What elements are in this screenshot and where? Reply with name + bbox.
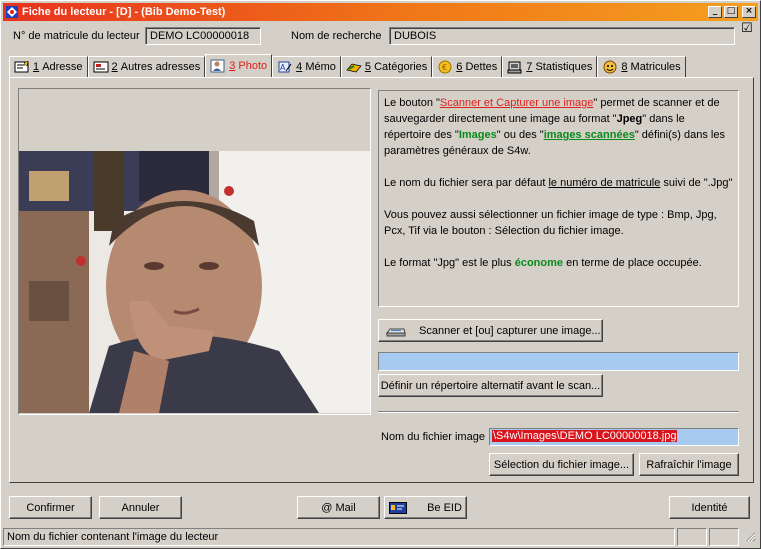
beeid-button[interactable]: Be EID <box>384 496 467 519</box>
maximize-button[interactable]: □ <box>724 6 738 18</box>
info-econome: économe <box>514 257 564 269</box>
window-title: Fiche du lecteur - [D] - (Bib Demo-Test) <box>22 6 226 18</box>
info-paragraph-3: Vous pouvez aussi sélectionner un fichie… <box>384 209 717 237</box>
address-icon <box>14 60 30 74</box>
resize-grip-icon[interactable] <box>741 528 758 546</box>
tab-dettes-label: Dettes <box>465 61 498 73</box>
tab-autres-num: 2 <box>111 61 118 73</box>
recherche-label: Nom de recherche <box>291 30 382 42</box>
tab-dettes-num: 6 <box>456 61 463 73</box>
reader-photo <box>19 151 370 413</box>
tab-autres-adresses[interactable]: 2 Autres adresses <box>87 56 206 77</box>
separator <box>378 411 739 413</box>
beeid-button-label: Be EID <box>427 501 462 514</box>
tab-categories-num: 5 <box>364 61 372 73</box>
info-text: en terme de place occupée. <box>563 257 702 269</box>
info-text: " ou des " <box>496 129 544 141</box>
tab-memo[interactable]: A 4 Mémo <box>272 56 341 77</box>
categories-icon <box>346 60 362 74</box>
tab-matricules-num: 8 <box>621 61 628 73</box>
selection-button[interactable]: Sélection du fichier image... <box>489 453 634 476</box>
mail-button[interactable]: @ Mail <box>297 496 380 519</box>
eid-card-icon <box>389 501 408 514</box>
info-text: Le nom du fichier sera par défaut <box>384 177 549 189</box>
title-bar[interactable]: Fiche du lecteur - [D] - (Bib Demo-Test)… <box>3 3 758 21</box>
info-images: Images <box>458 129 497 141</box>
identite-button[interactable]: Identité <box>669 496 750 519</box>
info-paragraph-2: Le nom du fichier sera par défaut le num… <box>384 175 733 191</box>
scanner-link[interactable]: Scanner et Capturer une image <box>440 97 593 109</box>
tab-strip: 1 Adresse 2 Autres adresses 3 Photo A 4 … <box>9 54 686 77</box>
check-icon[interactable]: ☑ <box>741 21 753 36</box>
memo-icon: A <box>277 60 293 74</box>
info-matricule: le numéro de matricule <box>548 177 661 189</box>
matricule-label: N° de matricule du lecteur <box>13 30 140 42</box>
file-label: Nom du fichier image <box>381 431 485 443</box>
recherche-field[interactable]: DUBOIS <box>389 27 735 45</box>
refresh-button[interactable]: Rafraîchir l'image <box>639 453 739 476</box>
tab-adresse-label: Adresse <box>42 61 83 73</box>
info-paragraph-1: Le bouton "Scanner et Capturer une image… <box>384 95 733 159</box>
tab-photo[interactable]: 3 Photo <box>205 54 273 77</box>
photo-icon <box>210 59 226 73</box>
scanner-icon <box>385 324 407 338</box>
status-text: Nom du fichier contenant l'image du lect… <box>3 528 675 546</box>
stats-icon <box>507 60 523 74</box>
svg-text:€: € <box>442 63 447 72</box>
tab-stats-num: 7 <box>526 61 533 73</box>
scanner-button[interactable]: Scanner et [ou] capturer une image... <box>378 319 603 342</box>
cancel-button[interactable]: Annuler <box>99 496 182 519</box>
scan-progress-bar <box>378 352 739 371</box>
tab-memo-num: 4 <box>296 61 303 73</box>
status-panel-2 <box>709 528 739 546</box>
info-text-box: Le bouton "Scanner et Capturer une image… <box>378 90 739 307</box>
info-images-scannees: images scannées <box>543 129 635 141</box>
tab-photo-label: Photo <box>238 60 268 72</box>
tab-photo-num: 3 <box>229 60 236 72</box>
info-text: Le format "Jpg" est le plus <box>384 257 515 269</box>
tab-matricules-label: Matricules <box>630 61 681 73</box>
coin-icon: € <box>437 60 453 74</box>
matricule-field[interactable]: DEMO LC00000018 <box>145 27 261 45</box>
info-jpeg: Jpeg <box>616 113 643 125</box>
info-paragraph-4: Le format "Jpg" est le plus économe en t… <box>384 255 733 271</box>
card-icon <box>93 60 109 74</box>
status-bar: Nom du fichier contenant l'image du lect… <box>3 528 758 547</box>
window: Fiche du lecteur - [D] - (Bib Demo-Test)… <box>0 0 761 549</box>
file-name-field[interactable]: \S4w\Images\DEMO LC00000018.jpg <box>489 428 739 446</box>
info-text: suivi de ".Jpg" <box>660 177 733 189</box>
minimize-button[interactable]: _ <box>708 6 722 18</box>
face-icon <box>602 60 618 74</box>
svg-text:A: A <box>280 63 286 72</box>
close-button[interactable]: × <box>742 6 756 18</box>
app-icon <box>5 5 19 19</box>
repertoire-button[interactable]: Définir un répertoire alternatif avant l… <box>378 374 603 397</box>
tab-adresse-num: 1 <box>33 61 40 73</box>
tab-matricules[interactable]: 8 Matricules <box>597 56 686 77</box>
tab-categories[interactable]: 5 Catégories <box>340 56 433 77</box>
tab-dettes[interactable]: € 6 Dettes <box>432 56 503 77</box>
tab-stats-label: Statistiques <box>535 61 593 73</box>
tab-categories-label: Catégories <box>374 61 428 73</box>
file-name-value: \S4w\Images\DEMO LC00000018.jpg <box>492 430 678 442</box>
tab-adresse[interactable]: 1 Adresse <box>9 56 88 77</box>
info-text: Le bouton " <box>384 97 440 109</box>
status-panel-1 <box>677 528 707 546</box>
scanner-button-label: Scanner et [ou] capturer une image... <box>419 324 601 337</box>
confirm-button[interactable]: Confirmer <box>9 496 92 519</box>
tab-statistiques[interactable]: 7 Statistiques <box>502 56 598 77</box>
tab-memo-label: Mémo <box>305 61 336 73</box>
tab-autres-label: Autres adresses <box>120 61 201 73</box>
